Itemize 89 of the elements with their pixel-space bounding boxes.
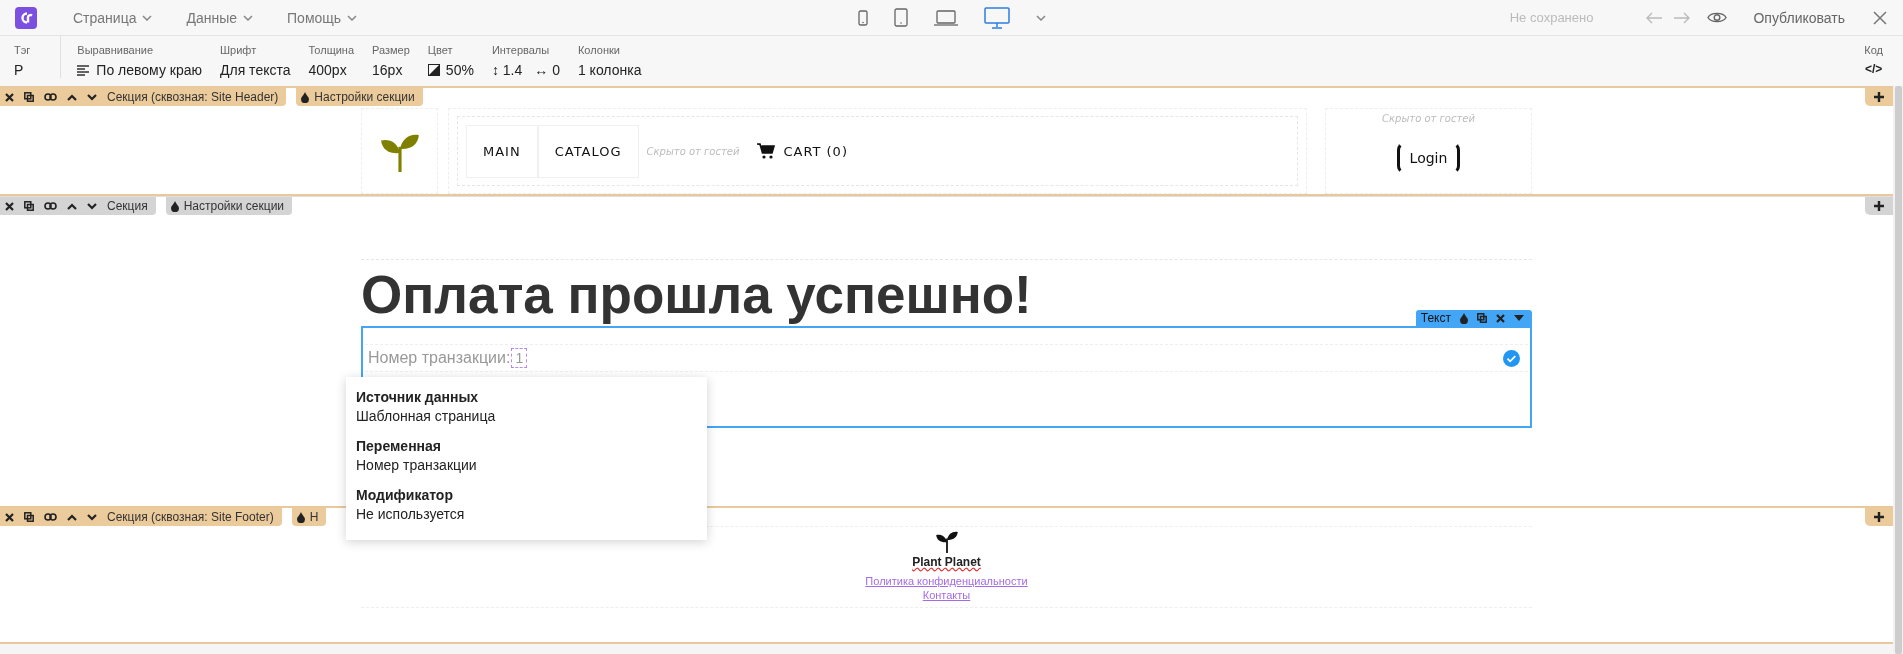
copy-icon[interactable] [24, 201, 34, 211]
nav-link[interactable]: MAIN [466, 124, 538, 178]
align-left-icon [77, 64, 91, 76]
chevron-down-icon[interactable] [87, 202, 97, 210]
chevron-up-icon[interactable] [67, 202, 77, 210]
copy-icon[interactable] [24, 512, 34, 522]
hidden-note: Скрыто от гостей [1382, 113, 1475, 124]
section-label: Секция [107, 199, 148, 213]
chevron-down-icon[interactable] [87, 93, 97, 101]
property-label: Тэг [14, 44, 31, 56]
popover-value: Не используется [356, 506, 466, 522]
code-button[interactable]: </> [1864, 62, 1883, 76]
add-button[interactable] [1865, 197, 1893, 215]
plus-icon [1874, 92, 1884, 102]
opacity-icon [427, 64, 440, 76]
desktop-icon[interactable] [983, 6, 1010, 29]
property-label: Цвет [427, 44, 454, 56]
close-icon[interactable] [5, 201, 14, 211]
link-icon[interactable] [44, 513, 57, 521]
close-icon[interactable] [1496, 313, 1505, 323]
section-settings-tab[interactable]: Н [291, 508, 327, 526]
chevron-down-icon [142, 14, 153, 21]
property-value[interactable]: 400px [308, 62, 355, 78]
link-icon[interactable] [44, 202, 57, 210]
property-label: Размер [372, 44, 410, 56]
popover-title: Модификатор [356, 487, 454, 503]
property-label: Выравнивание [77, 44, 155, 56]
property-value[interactable]: ↕ 1.4 [491, 62, 523, 78]
property-value[interactable]: P [14, 62, 31, 78]
caret-icon[interactable] [1514, 315, 1524, 322]
property-value[interactable]: 16px [372, 62, 410, 78]
check-icon[interactable] [1503, 349, 1520, 367]
block-type-label: Текст [1420, 311, 1451, 326]
chevron-down-icon [347, 14, 358, 21]
laptop-icon[interactable] [933, 9, 958, 26]
section-label: Секция (сквозная: Site Header) [107, 90, 279, 104]
tablet-icon[interactable] [893, 8, 908, 27]
property-value[interactable]: Для текста [220, 62, 291, 78]
close-icon[interactable] [5, 512, 14, 522]
property-label: Код [1864, 44, 1883, 56]
preview-eye-icon[interactable] [1707, 11, 1728, 24]
scrollbar[interactable] [1893, 86, 1903, 654]
chevron-up-icon[interactable] [67, 93, 77, 101]
close-icon[interactable] [5, 92, 14, 102]
phone-icon[interactable] [857, 9, 868, 26]
add-button[interactable] [1865, 88, 1893, 106]
menu-button[interactable]: Страница [73, 9, 153, 26]
property-value[interactable]: ↔ 0 [534, 62, 560, 78]
cart-icon [757, 143, 776, 159]
add-button[interactable] [1865, 508, 1893, 526]
nav-link[interactable]: CATALOG [537, 124, 639, 178]
property-label: Колонки [577, 44, 621, 56]
text-content: Номер транзакции: [368, 349, 511, 368]
footer-link[interactable]: Контакты [922, 589, 971, 601]
property-value[interactable]: По левому краю [77, 62, 202, 78]
section-settings-tab[interactable]: Настройки секции [296, 88, 423, 106]
menu-button[interactable]: Помощь [287, 9, 358, 26]
section-settings-tab[interactable]: Настройки секции [165, 197, 293, 215]
brand-name: Plant Planet [912, 555, 981, 569]
drop-icon [1460, 312, 1468, 324]
property-label: Толщина [308, 44, 355, 56]
property-label: Шрифт [220, 44, 258, 56]
chevron-up-icon[interactable] [67, 513, 77, 521]
drop-icon [170, 200, 179, 212]
copy-icon[interactable] [1477, 313, 1487, 324]
plant-logo-icon [934, 529, 959, 553]
footer-link[interactable]: Политика конфиденциальности [865, 575, 1028, 587]
menu-button[interactable]: Данные [186, 9, 254, 26]
copy-icon[interactable] [24, 92, 34, 102]
cart-link[interactable]: CART (0) [751, 142, 854, 160]
popover-value: Номер транзакции [356, 457, 478, 473]
app-logo-icon[interactable] [15, 6, 37, 29]
drop-icon [301, 91, 310, 103]
save-status: Не сохранено [1509, 10, 1594, 25]
plus-icon [1874, 512, 1884, 522]
login-button[interactable]: Login [1396, 142, 1461, 174]
chevron-down-icon [243, 14, 254, 21]
property-value[interactable]: 50% [427, 62, 474, 78]
chevron-down-icon [1035, 14, 1046, 21]
chevron-down-icon[interactable] [87, 513, 97, 521]
link-icon[interactable] [44, 93, 57, 101]
plus-icon [1874, 201, 1884, 211]
property-label: Интервалы [491, 44, 551, 56]
section-label: Секция (сквозная: Site Footer) [107, 510, 274, 524]
property-value[interactable]: 1 колонка [577, 62, 642, 78]
hidden-note: Скрыто от гостей [646, 145, 740, 157]
drop-icon [296, 511, 305, 523]
publish-button[interactable]: Опубликовать [1753, 9, 1845, 26]
popover-title: Переменная [356, 438, 442, 454]
